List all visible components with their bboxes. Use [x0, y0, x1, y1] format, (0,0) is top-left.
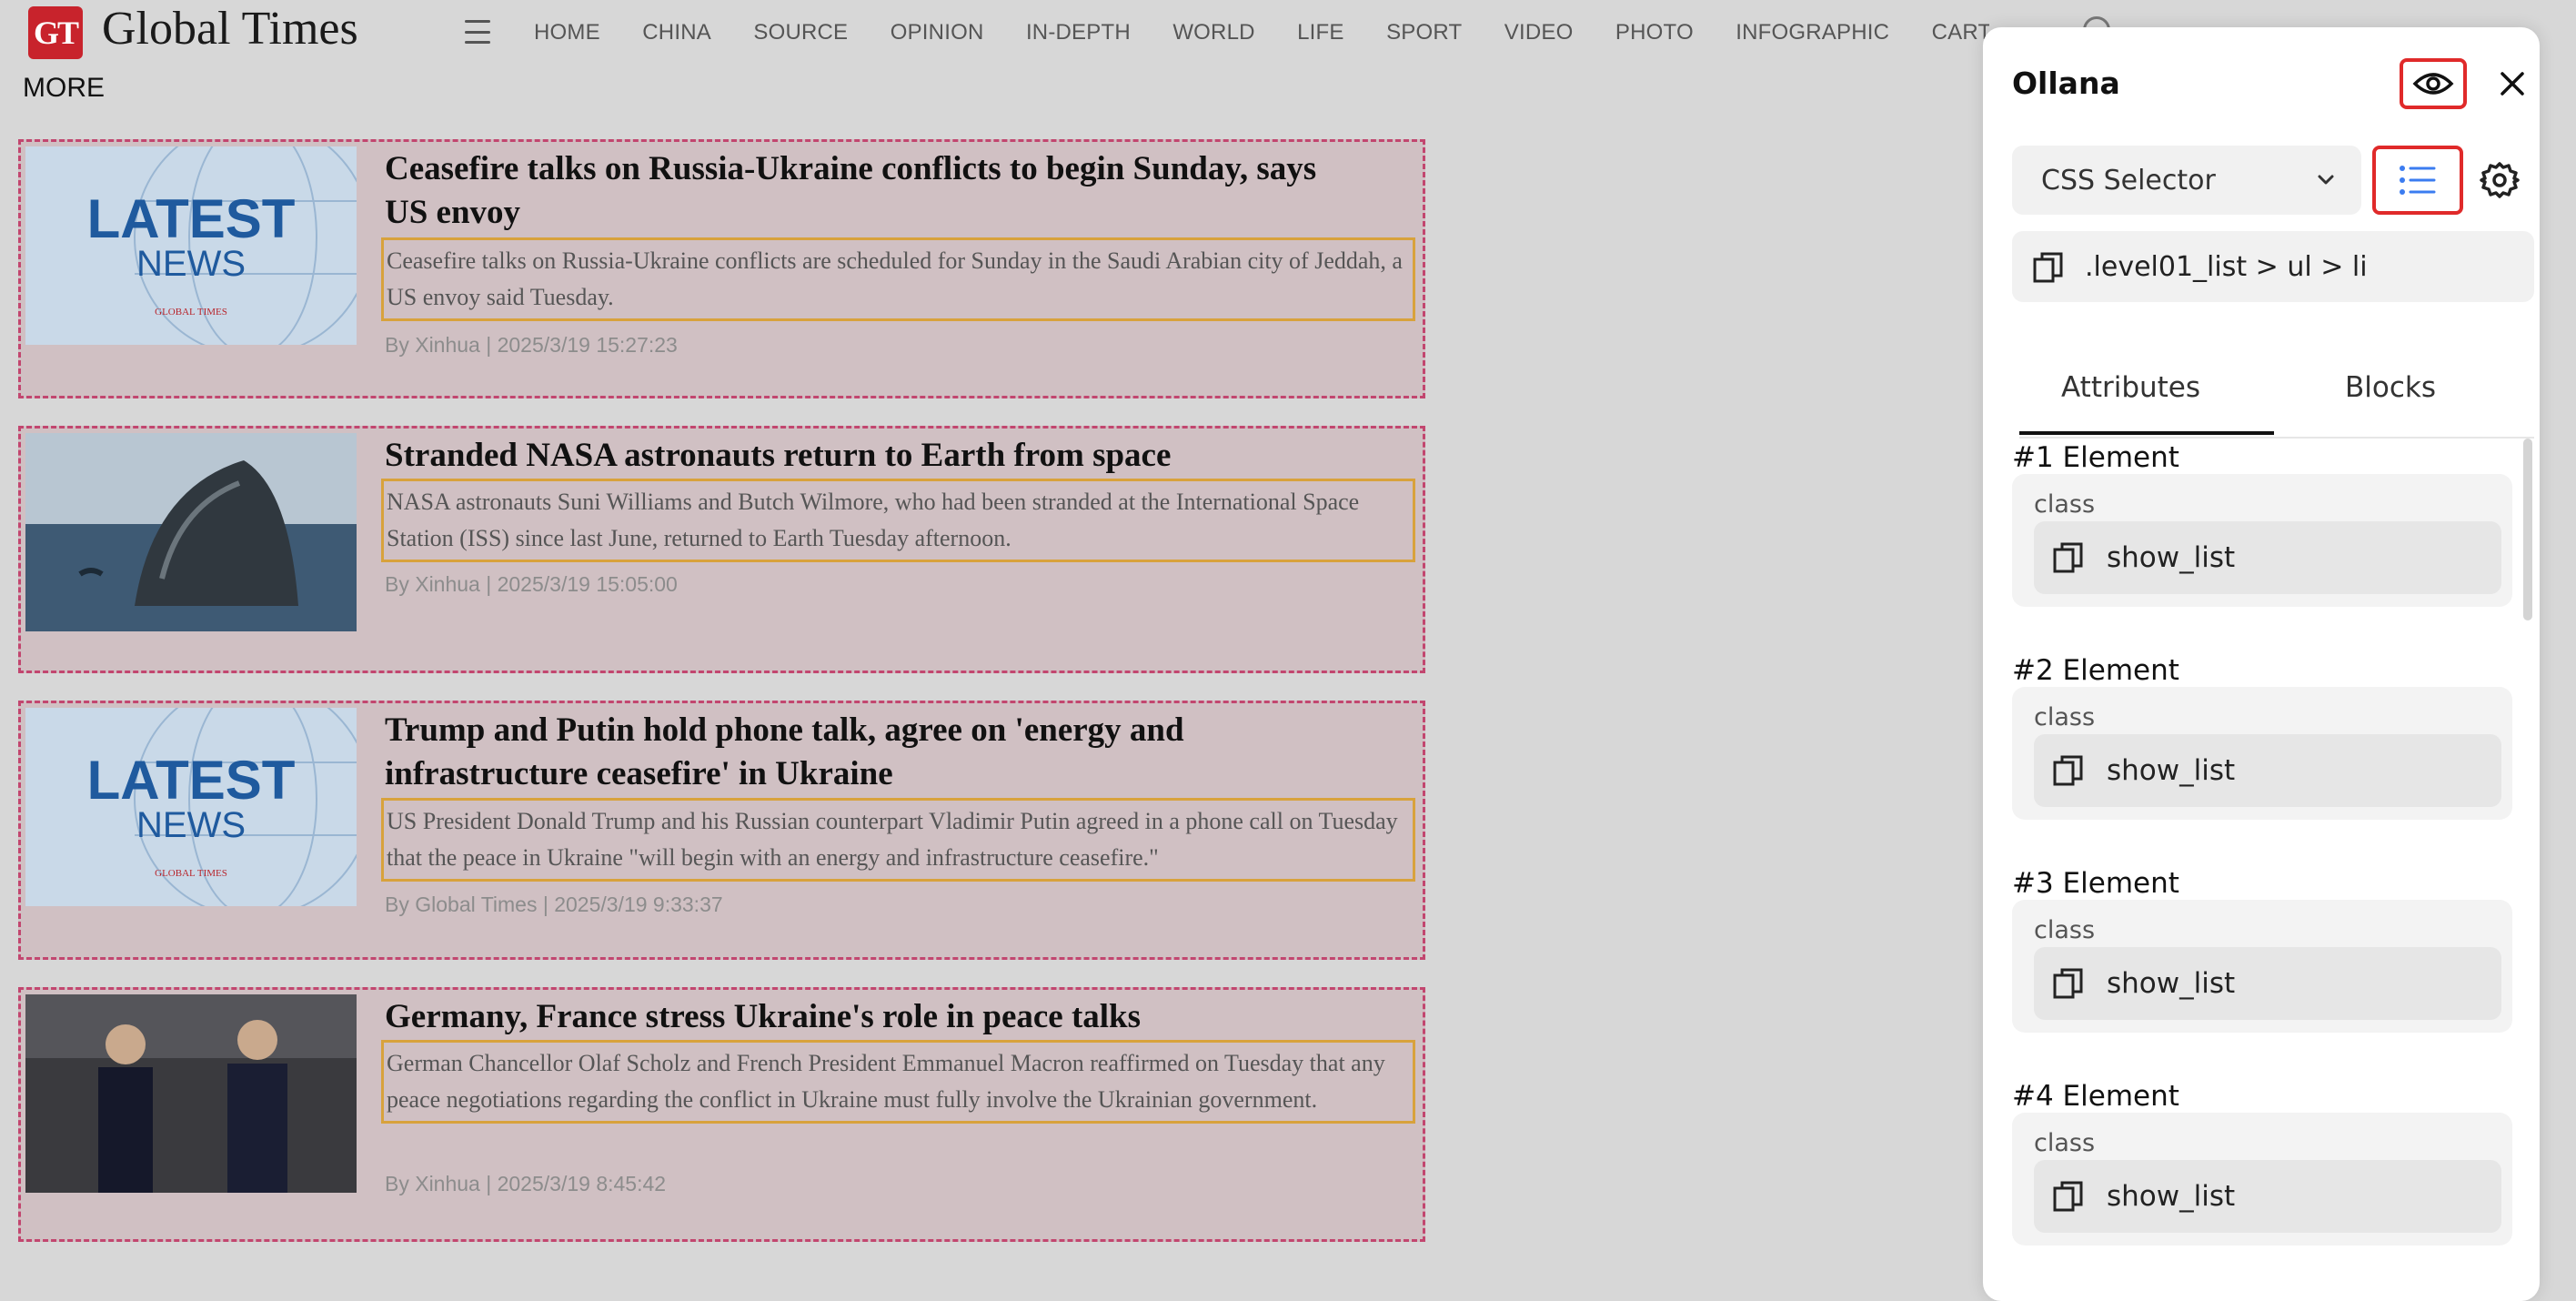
ollana-panel: Ollana CSS Selector .level01_list > ul >… — [1983, 27, 2540, 1301]
attribute-value-field[interactable]: show_list — [2034, 947, 2501, 1020]
element-card: class show_list — [2012, 900, 2512, 1033]
attribute-value: show_list — [2107, 967, 2236, 1000]
gear-icon — [2480, 162, 2520, 198]
scrollbar-thumb[interactable] — [2523, 439, 2532, 620]
thumb-text: LATEST — [87, 188, 296, 249]
attribute-value: show_list — [2107, 541, 2236, 574]
element-heading: #4 Element — [2012, 1080, 2179, 1113]
nav-infographic[interactable]: INFOGRAPHIC — [1736, 20, 1889, 45]
article-title[interactable]: Trump and Putin hold phone talk, agree o… — [385, 709, 1367, 796]
article-title[interactable]: Ceasefire talks on Russia-Ukraine confli… — [385, 147, 1367, 235]
attribute-value-field[interactable]: show_list — [2034, 1160, 2501, 1233]
element-card: class show_list — [2012, 474, 2512, 607]
article-item[interactable]: LATEST NEWS GLOBAL TIMES Trump and Putin… — [18, 701, 1425, 960]
logo-badge[interactable]: GT — [28, 6, 83, 59]
article-thumbnail[interactable] — [25, 433, 357, 631]
element-card: class show_list — [2012, 687, 2512, 820]
copy-icon[interactable] — [2052, 967, 2085, 1000]
copy-icon[interactable] — [2052, 1180, 2085, 1213]
copy-icon[interactable] — [2052, 754, 2085, 787]
list-view-button[interactable] — [2372, 146, 2463, 215]
element-heading: #3 Element — [2012, 867, 2179, 900]
article-title[interactable]: Stranded NASA astronauts return to Earth… — [385, 434, 1367, 478]
attribute-value-field[interactable]: show_list — [2034, 734, 2501, 807]
element-card: class show_list — [2012, 1113, 2512, 1246]
article-summary: US President Donald Trump and his Russia… — [381, 798, 1415, 882]
nav-cartoon[interactable]: CARTOON — [1932, 20, 1989, 45]
nav-home[interactable]: HOME — [534, 20, 600, 45]
settings-button[interactable] — [2472, 155, 2527, 206]
article-summary: Ceasefire talks on Russia-Ukraine confli… — [381, 237, 1415, 321]
thumb-brand: GLOBAL TIMES — [155, 868, 227, 879]
tab-blocks[interactable]: Blocks — [2345, 371, 2436, 404]
attribute-key: class — [2034, 1129, 2096, 1157]
article-byline: By Xinhua | 2025/3/19 15:05:00 — [385, 572, 678, 596]
preview-toggle-button[interactable] — [2400, 58, 2467, 109]
attribute-key: class — [2034, 703, 2096, 731]
thumb-brand: GLOBAL TIMES — [155, 307, 227, 318]
article-thumbnail[interactable] — [25, 994, 357, 1193]
nav-in-depth[interactable]: IN-DEPTH — [1026, 20, 1131, 45]
article-thumbnail[interactable]: LATEST NEWS GLOBAL TIMES — [25, 146, 357, 345]
selector-type-dropdown[interactable]: CSS Selector — [2012, 146, 2361, 215]
attribute-key: class — [2034, 916, 2096, 944]
article-item[interactable]: LATEST NEWS GLOBAL TIMES Ceasefire talks… — [18, 139, 1425, 398]
article-summary: NASA astronauts Suni Williams and Butch … — [381, 479, 1415, 562]
selector-value-field[interactable]: .level01_list > ul > li — [2012, 231, 2534, 302]
article-item[interactable]: Stranded NASA astronauts return to Earth… — [18, 426, 1425, 673]
list-icon — [2400, 166, 2436, 195]
attribute-value: show_list — [2107, 754, 2236, 787]
panel-tabs: Attributes Blocks — [2019, 335, 2534, 439]
hamburger-icon[interactable] — [465, 20, 490, 44]
thumb-subtext: NEWS — [136, 805, 246, 845]
close-icon — [2501, 72, 2524, 96]
nav-world[interactable]: WORLD — [1172, 20, 1254, 45]
copy-icon[interactable] — [2032, 251, 2065, 284]
panel-title: Ollana — [2012, 66, 2120, 101]
selector-value: .level01_list > ul > li — [2085, 250, 2368, 283]
thumb-text: LATEST — [87, 750, 296, 811]
attribute-value-field[interactable]: show_list — [2034, 521, 2501, 594]
article-byline: By Xinhua | 2025/3/19 8:45:42 — [385, 1172, 667, 1195]
tab-attributes[interactable]: Attributes — [2061, 371, 2200, 404]
article-byline: By Xinhua | 2025/3/19 15:27:23 — [385, 333, 678, 357]
element-heading: #2 Element — [2012, 654, 2179, 687]
eye-icon — [2412, 73, 2454, 95]
more-link[interactable]: MORE — [23, 73, 105, 104]
element-list: #1 Element class show_list #2 Element cl… — [1983, 441, 2540, 1287]
close-button[interactable] — [2492, 64, 2532, 104]
article-thumbnail[interactable]: LATEST NEWS GLOBAL TIMES — [25, 708, 357, 906]
nav-source[interactable]: SOURCE — [753, 20, 848, 45]
nav-video[interactable]: VIDEO — [1504, 20, 1574, 45]
main-nav: HOME CHINA SOURCE OPINION IN-DEPTH WORLD… — [534, 20, 1989, 47]
article-summary: German Chancellor Olaf Scholz and French… — [381, 1040, 1415, 1124]
active-tab-indicator — [2019, 431, 2274, 435]
attribute-value: show_list — [2107, 1180, 2236, 1213]
nav-photo[interactable]: PHOTO — [1615, 20, 1694, 45]
selector-type-value: CSS Selector — [2041, 164, 2216, 197]
article-item[interactable]: Germany, France stress Ukraine's role in… — [18, 987, 1425, 1242]
thumb-subtext: NEWS — [136, 244, 246, 284]
article-byline: By Global Times | 2025/3/19 9:33:37 — [385, 893, 723, 916]
nav-china[interactable]: CHINA — [642, 20, 711, 45]
copy-icon[interactable] — [2052, 541, 2085, 574]
logo-text[interactable]: Global Times — [102, 2, 358, 55]
nav-opinion[interactable]: OPINION — [891, 20, 984, 45]
chevron-down-icon — [2318, 175, 2334, 185]
attribute-key: class — [2034, 490, 2096, 519]
article-title[interactable]: Germany, France stress Ukraine's role in… — [385, 995, 1367, 1039]
nav-sport[interactable]: SPORT — [1386, 20, 1462, 45]
element-heading: #1 Element — [2012, 441, 2179, 474]
nav-life[interactable]: LIFE — [1297, 20, 1343, 45]
